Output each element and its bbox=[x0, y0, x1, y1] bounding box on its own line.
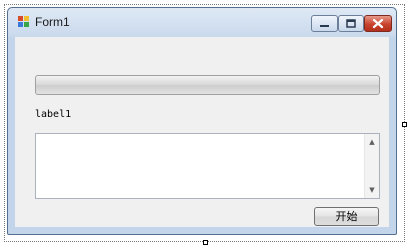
title-bar[interactable]: Form1 bbox=[8, 8, 396, 37]
maximize-button[interactable] bbox=[338, 15, 364, 32]
close-icon bbox=[372, 18, 384, 29]
label1: label1 bbox=[35, 109, 72, 120]
multiline-textbox[interactable]: ▲ ▼ bbox=[35, 133, 380, 199]
minimize-icon bbox=[320, 25, 329, 27]
close-button[interactable] bbox=[364, 15, 392, 32]
start-button[interactable]: 开始 bbox=[314, 207, 379, 226]
maximize-icon bbox=[346, 19, 356, 28]
progress-bar bbox=[35, 75, 380, 95]
scroll-down-arrow-icon[interactable]: ▼ bbox=[365, 183, 379, 197]
minimize-button[interactable] bbox=[311, 15, 338, 32]
window-title: Form1 bbox=[35, 15, 70, 29]
resize-handle-bottom[interactable] bbox=[203, 240, 208, 245]
resize-handle-right[interactable] bbox=[402, 122, 407, 127]
vertical-scrollbar[interactable]: ▲ ▼ bbox=[364, 134, 379, 198]
form-icon bbox=[18, 16, 29, 27]
scroll-up-arrow-icon[interactable]: ▲ bbox=[365, 135, 379, 149]
form-client-area: label1 ▲ ▼ 开始 bbox=[15, 37, 389, 227]
form-window: Form1 label1 ▲ ▼ 开始 bbox=[7, 7, 397, 235]
